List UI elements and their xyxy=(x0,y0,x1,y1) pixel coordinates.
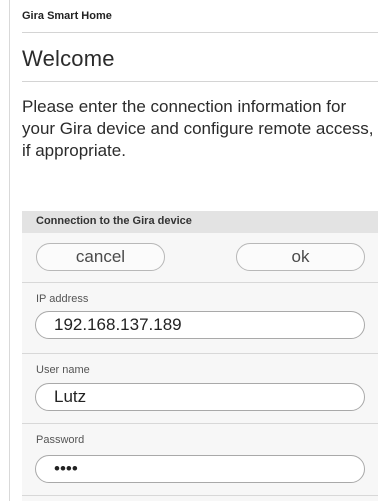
page-title: Welcome xyxy=(22,46,115,71)
ip-address-label: IP address xyxy=(36,293,89,305)
app-title: Gira Smart Home xyxy=(22,10,112,22)
gira-setup-page: Gira Smart Home Welcome Please enter the… xyxy=(0,0,386,501)
title-divider xyxy=(22,81,378,82)
row-divider xyxy=(22,282,378,283)
left-divider xyxy=(9,0,10,501)
ok-button[interactable]: ok xyxy=(236,243,365,271)
cancel-button[interactable]: cancel xyxy=(36,243,165,271)
ip-address-field[interactable]: 192.168.137.189 xyxy=(35,311,365,339)
user-name-label: User name xyxy=(36,364,90,376)
intro-text: Please enter the connection information … xyxy=(22,97,374,160)
connection-section-header: Connection to the Gira device xyxy=(22,211,378,233)
row-divider xyxy=(22,495,378,496)
row-divider xyxy=(22,353,378,354)
connection-section-title: Connection to the Gira device xyxy=(36,215,192,227)
password-field[interactable]: •••• xyxy=(35,455,365,483)
user-name-field[interactable]: Lutz xyxy=(35,383,365,411)
header-divider xyxy=(22,32,378,33)
row-divider xyxy=(22,423,378,424)
connection-form: cancel ok IP address 192.168.137.189 Use… xyxy=(22,233,378,501)
password-label: Password xyxy=(36,434,85,446)
